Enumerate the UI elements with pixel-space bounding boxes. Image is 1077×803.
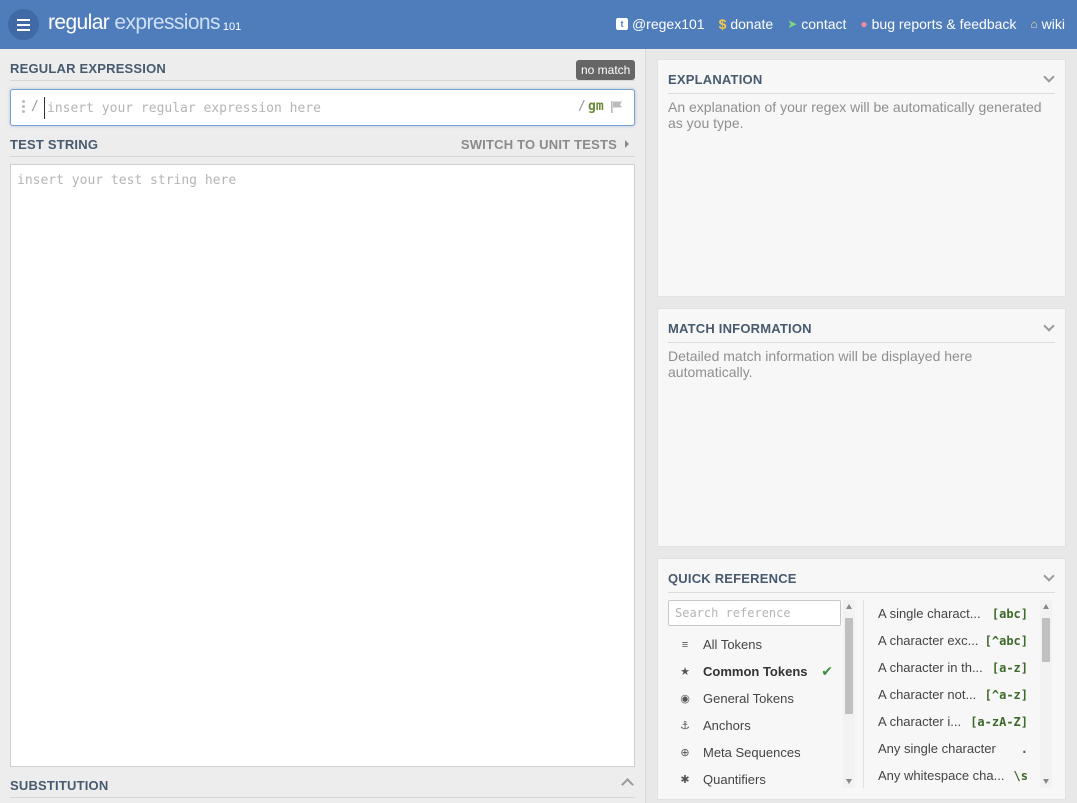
editor-column: REGULAR EXPRESSION no match / / gm TEST … — [0, 49, 645, 803]
quick-reference-title: QUICK REFERENCE — [668, 571, 797, 586]
logo[interactable]: regular expressions 101 — [48, 11, 241, 35]
send-icon: ➤ — [787, 17, 798, 31]
nav-contact[interactable]: ➤ contact — [787, 16, 846, 32]
chevron-up-icon[interactable] — [621, 778, 634, 791]
checkmark-icon: ✔ — [821, 663, 833, 679]
category-common-tokens[interactable]: ★ Common Tokens ✔ — [668, 658, 843, 685]
chevron-down-icon[interactable] — [1043, 570, 1055, 582]
nav-bug-reports[interactable]: ● bug reports & feedback — [860, 16, 1016, 32]
twitter-icon: t — [615, 18, 628, 30]
test-string-title: TEST STRING — [10, 137, 99, 152]
regex-input[interactable] — [44, 97, 544, 119]
explanation-panel: EXPLANATION An explanation of your regex… — [657, 59, 1066, 297]
close-delimiter: / — [578, 99, 586, 114]
menu-button[interactable] — [8, 9, 39, 40]
category-quantifiers[interactable]: ✱ Quantifiers — [668, 766, 843, 793]
anchor-icon: ⚓ — [680, 720, 690, 732]
reference-item[interactable]: Any whitespace cha... \s — [878, 762, 1028, 789]
flag-icon[interactable] — [610, 100, 623, 113]
scroll-up-icon[interactable] — [846, 604, 852, 609]
reference-item[interactable]: A character not... [^a-z] — [878, 681, 1028, 708]
chevron-down-icon[interactable] — [1043, 320, 1055, 332]
target-icon: ◉ — [680, 693, 690, 705]
top-nav: t @regex101 $ donate ➤ contact ● bug rep… — [615, 16, 1065, 32]
substitution-title[interactable]: SUBSTITUTION — [10, 778, 108, 793]
regex-field: / / gm — [10, 89, 635, 126]
match-info-text: Detailed match information will be displ… — [668, 348, 973, 380]
nav-wiki[interactable]: ⌂ wiki — [1030, 16, 1065, 32]
category-meta-sequences[interactable]: ⊕ Meta Sequences — [668, 739, 843, 766]
category-anchors[interactable]: ⚓ Anchors — [668, 712, 843, 739]
bug-icon: ● — [860, 17, 868, 31]
dollar-icon: $ — [718, 16, 727, 32]
quick-reference-panel: QUICK REFERENCE ≡ All Tokens ★ Common To… — [657, 558, 1066, 800]
explanation-title: EXPLANATION — [668, 72, 763, 87]
reference-scrollbar[interactable] — [1040, 600, 1052, 788]
nav-twitter[interactable]: t @regex101 — [615, 16, 705, 32]
hamburger-icon — [17, 19, 30, 21]
lifebuoy-icon: ⊕ — [680, 747, 690, 759]
reference-item[interactable]: A character i... [a-zA-Z] — [878, 708, 1028, 735]
chevron-down-icon[interactable] — [1043, 71, 1055, 83]
category-all-tokens[interactable]: ≡ All Tokens — [668, 631, 843, 658]
test-string-box — [10, 164, 635, 767]
reference-item[interactable]: A single charact... [abc] — [878, 600, 1028, 627]
reference-item[interactable]: A character exc... [^abc] — [878, 627, 1028, 654]
database-icon: ≡ — [681, 638, 689, 651]
scroll-down-icon[interactable] — [846, 779, 852, 784]
scroll-up-icon[interactable] — [1043, 604, 1049, 609]
drag-handle-icon[interactable] — [22, 100, 26, 114]
sidebar-column: EXPLANATION An explanation of your regex… — [645, 49, 1077, 803]
asterisk-icon: ✱ — [680, 774, 690, 786]
reference-categories: ≡ All Tokens ★ Common Tokens ✔ ◉ General… — [668, 631, 843, 793]
scroll-thumb[interactable] — [1042, 618, 1050, 662]
categories-scrollbar[interactable] — [843, 600, 855, 788]
test-string-input[interactable] — [11, 165, 634, 766]
bank-icon: ⌂ — [1030, 17, 1038, 31]
match-status-badge: no match — [576, 60, 636, 80]
match-info-title: MATCH INFORMATION — [668, 321, 812, 336]
open-delimiter: / — [31, 99, 39, 114]
match-info-panel: MATCH INFORMATION Detailed match informa… — [657, 308, 1066, 547]
reference-item[interactable]: Any single character . — [878, 735, 1028, 762]
switch-to-unit-tests-link[interactable]: SWITCH TO UNIT TESTS — [461, 137, 629, 152]
regex-flags[interactable]: gm — [588, 99, 604, 114]
nav-donate[interactable]: $ donate — [719, 16, 774, 32]
scroll-down-icon[interactable] — [1043, 779, 1049, 784]
category-general-tokens[interactable]: ◉ General Tokens — [668, 685, 843, 712]
top-bar: regular expressions 101 t @regex101 $ don… — [0, 0, 1077, 49]
reference-search-input[interactable] — [668, 600, 841, 626]
regex-section-title: REGULAR EXPRESSION — [10, 61, 167, 76]
reference-item[interactable]: A character in th... [a-z] — [878, 654, 1028, 681]
reference-items: A single charact... [abc] A character ex… — [878, 600, 1028, 789]
star-icon: ★ — [680, 666, 690, 678]
scroll-thumb[interactable] — [845, 618, 853, 714]
explanation-text: An explanation of your regex will be aut… — [668, 99, 1042, 131]
